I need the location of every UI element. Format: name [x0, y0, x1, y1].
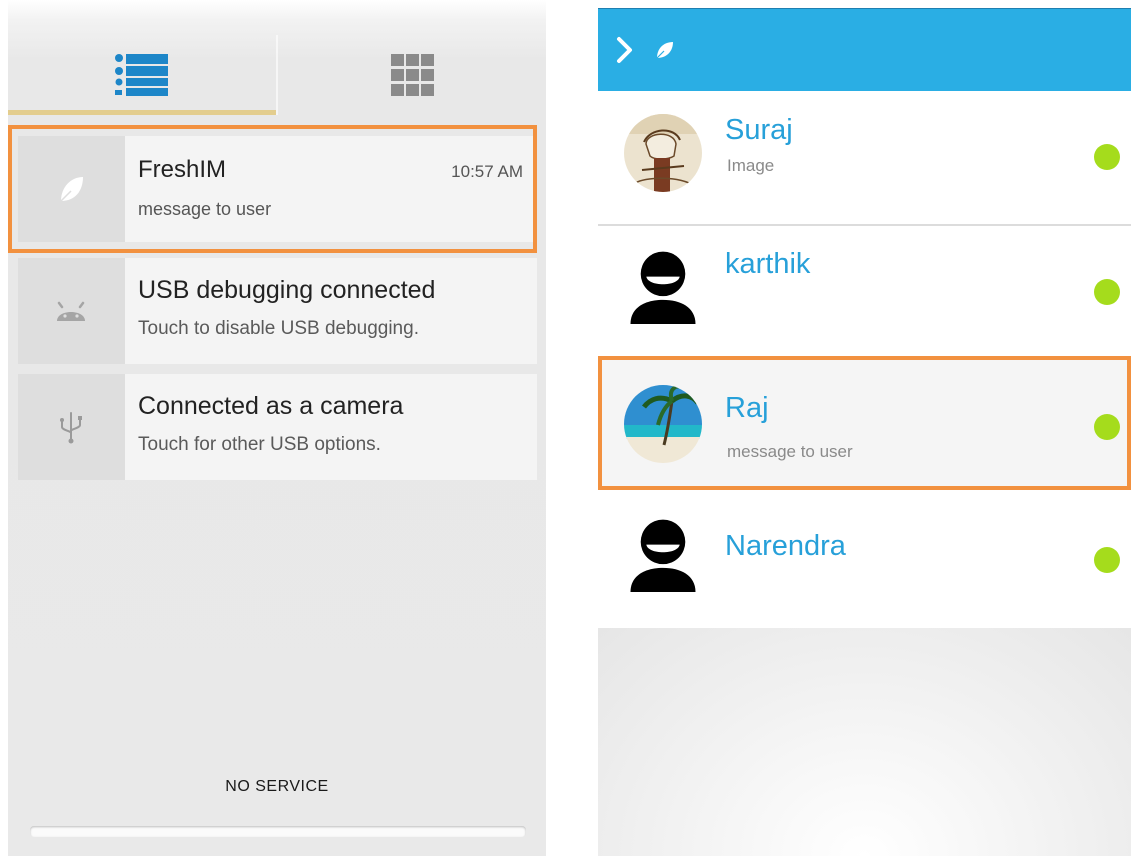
- contact-name: Narendra: [725, 530, 846, 562]
- contact-row-narendra[interactable]: Narendra: [598, 492, 1131, 624]
- contacts-screen: Suraj Image karthik Raj message to user …: [598, 0, 1131, 856]
- notification-title: USB debugging connected: [138, 276, 436, 304]
- notification-icon-area: [18, 374, 125, 480]
- contact-row-raj[interactable]: Raj message to user: [598, 358, 1131, 490]
- notification-title: Connected as a camera: [138, 392, 404, 420]
- notification-shade: FreshIM 10:57 AM message to user USB deb…: [8, 0, 546, 856]
- avatar: [624, 385, 702, 463]
- contact-name: Suraj: [725, 114, 793, 146]
- tab-selected-indicator: [8, 110, 276, 115]
- grid-view-icon: [391, 54, 434, 96]
- android-icon: [57, 301, 85, 321]
- contact-last-message: message to user: [727, 442, 853, 461]
- notification-title: FreshIM: [138, 156, 227, 183]
- contact-name: karthik: [725, 248, 811, 280]
- notification-freshim[interactable]: FreshIM 10:57 AM message to user: [18, 136, 537, 242]
- contact-name: Raj: [725, 392, 769, 424]
- leaf-icon: [656, 42, 673, 59]
- online-status-dot: [1094, 279, 1120, 305]
- notification-usb-debugging[interactable]: USB debugging connected Touch to disable…: [18, 258, 537, 364]
- list-view-icon: [115, 54, 168, 96]
- tab-quick-settings-grid[interactable]: [278, 35, 546, 115]
- chevron-right-icon[interactable]: [614, 33, 636, 67]
- avatar: [630, 251, 696, 324]
- online-status-dot: [1094, 414, 1120, 440]
- shade-drag-handle[interactable]: [30, 826, 526, 837]
- list-empty-space: [598, 628, 1131, 856]
- notification-text: Touch to disable USB debugging.: [138, 318, 419, 339]
- usb-icon: [60, 412, 82, 444]
- shade-tabs: [8, 35, 546, 115]
- contact-last-message: Image: [727, 156, 775, 175]
- leaf-icon: [60, 177, 83, 202]
- online-status-dot: [1094, 547, 1120, 573]
- carrier-status-text: NO SERVICE: [225, 778, 329, 795]
- notification-icon-area: [18, 258, 125, 364]
- avatar: [624, 114, 702, 192]
- contact-row-suraj[interactable]: Suraj Image: [598, 92, 1131, 224]
- avatar: [630, 519, 696, 592]
- notification-usb-camera[interactable]: Connected as a camera Touch for other US…: [18, 374, 537, 480]
- notification-text: Touch for other USB options.: [138, 434, 381, 455]
- app-action-bar: [598, 8, 1131, 91]
- notification-time: 10:57 AM: [451, 162, 523, 181]
- notification-text: message to user: [138, 199, 272, 219]
- notification-icon-area: [18, 136, 125, 242]
- online-status-dot: [1094, 144, 1120, 170]
- contact-row-karthik[interactable]: karthik: [598, 226, 1131, 358]
- tab-notifications-list[interactable]: [8, 35, 276, 115]
